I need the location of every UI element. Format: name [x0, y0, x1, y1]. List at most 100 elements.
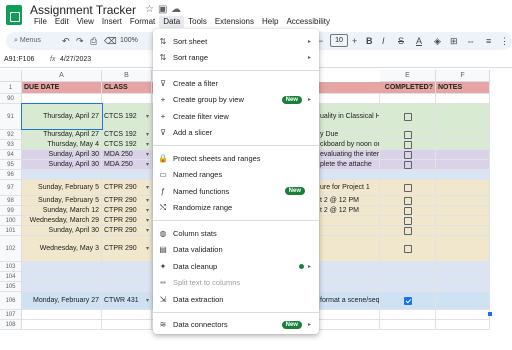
description-cell[interactable]: ckboard by noon on [318, 140, 380, 149]
menu-item-data-extraction[interactable]: ⇲ Data extraction [153, 291, 319, 307]
due-date-cell[interactable]: Sunday, April 30 [22, 160, 102, 169]
merge-icon[interactable]: ⇔ [466, 35, 475, 47]
zoom-select[interactable]: 100% [120, 35, 138, 47]
font-size-input[interactable]: 10 [330, 34, 348, 47]
menus-search[interactable]: ⌕ Menus [10, 35, 55, 47]
menu-item-column-stats[interactable]: ◍ Column stats [153, 225, 319, 241]
due-date-cell[interactable]: Sunday, February 5 [22, 196, 102, 205]
star-icon[interactable]: ☆ [145, 4, 154, 15]
menu-item-named-functions[interactable]: ƒ Named functions New [153, 183, 319, 199]
menu-item-sort-sheet[interactable]: ⇅ Sort sheet ▸ [153, 33, 319, 49]
due-date-cell[interactable] [22, 310, 102, 319]
description-cell[interactable]: t 2 @ 12 PM [318, 196, 380, 205]
class-cell[interactable]: CTWR 431 ▾ [102, 292, 152, 309]
notes-cell[interactable] [436, 236, 490, 261]
completed-checkbox[interactable] [403, 206, 412, 215]
completed-checkbox[interactable] [403, 112, 412, 121]
description-cell[interactable]: format a scene/seq [318, 292, 380, 309]
row-header[interactable]: 105 [0, 282, 22, 292]
row-header[interactable]: 108 [0, 320, 22, 330]
completed-cell[interactable] [380, 236, 436, 261]
description-cell[interactable] [318, 216, 380, 225]
class-cell[interactable] [102, 282, 152, 291]
description-cell[interactable] [318, 236, 380, 261]
menu-tools[interactable]: Tools [184, 16, 211, 28]
text-color-icon[interactable]: A [416, 35, 422, 47]
row-header[interactable]: 102 [0, 236, 22, 262]
completed-checkbox[interactable] [403, 150, 412, 159]
menu-edit[interactable]: Edit [51, 16, 73, 28]
class-cell[interactable] [102, 272, 152, 281]
strikethrough-icon[interactable]: S [398, 35, 404, 47]
due-date-cell[interactable] [22, 272, 102, 281]
completed-cell[interactable] [380, 226, 436, 235]
menu-view[interactable]: View [73, 16, 98, 28]
menu-format[interactable]: Format [126, 16, 159, 28]
completed-cell[interactable] [380, 130, 436, 139]
dropdown-arrow-icon[interactable]: ▾ [146, 297, 149, 304]
undo-icon[interactable]: ↶ [62, 35, 70, 47]
row-header[interactable]: 104 [0, 272, 22, 282]
class-cell[interactable] [102, 94, 152, 103]
description-cell[interactable]: evaluating the intern [318, 150, 380, 159]
row-header[interactable]: 98 [0, 196, 22, 206]
due-date-cell[interactable]: Thursday, April 27 [21, 103, 103, 130]
description-cell[interactable]: plete the attache [318, 160, 380, 169]
description-cell[interactable]: uality in Classical Ho [318, 104, 380, 129]
class-cell[interactable]: CTPR 290 ▾ [102, 196, 152, 205]
dropdown-arrow-icon[interactable]: ▾ [146, 113, 149, 120]
completed-checkbox[interactable] [403, 244, 412, 253]
class-cell[interactable] [102, 170, 152, 179]
class-cell[interactable]: MDA 250 ▾ [102, 150, 152, 159]
row-header[interactable]: 95 [0, 160, 22, 170]
notes-cell[interactable] [436, 262, 490, 271]
row-header[interactable]: 100 [0, 216, 22, 226]
row-header[interactable]: 101 [0, 226, 22, 236]
due-date-cell[interactable]: Sunday, April 30 [22, 150, 102, 159]
completed-cell[interactable] [380, 104, 436, 129]
row-header[interactable]: 103 [0, 262, 22, 272]
notes-cell[interactable] [436, 94, 490, 103]
row-header[interactable]: 92 [0, 130, 22, 140]
bold-icon[interactable]: B [366, 35, 373, 47]
due-date-cell[interactable]: Wednesday, May 3 [22, 236, 102, 261]
notes-cell[interactable] [436, 282, 490, 291]
sheets-logo-icon[interactable] [6, 5, 22, 25]
row-header[interactable]: 90 [0, 94, 22, 104]
dropdown-arrow-icon[interactable]: ▾ [146, 184, 149, 191]
notes-cell[interactable] [436, 196, 490, 205]
notes-cell[interactable] [436, 206, 490, 215]
dropdown-arrow-icon[interactable]: ▾ [146, 141, 149, 148]
name-box[interactable]: A91:F106 [4, 54, 44, 66]
description-cell[interactable]: y Due [318, 130, 380, 139]
class-cell[interactable] [102, 310, 152, 319]
print-icon[interactable]: ⎙ [90, 35, 97, 47]
menu-item-add-a-slicer[interactable]: ⊽ Add a slicer [153, 125, 319, 141]
column-header-b[interactable]: B [102, 70, 152, 82]
due-date-cell[interactable]: Sunday, April 30 [22, 226, 102, 235]
class-cell[interactable]: CTCS 192 ▾ [102, 140, 152, 149]
dropdown-arrow-icon[interactable]: ▾ [146, 161, 149, 168]
row-header[interactable]: 93 [0, 140, 22, 150]
completed-cell[interactable] [380, 272, 436, 281]
row-header[interactable]: 99 [0, 206, 22, 216]
class-cell[interactable]: MDA 250 ▾ [102, 160, 152, 169]
menu-help[interactable]: Help [258, 16, 282, 28]
paint-format-icon[interactable]: ⌫ [104, 35, 117, 47]
class-cell[interactable]: CTPR 290 ▾ [102, 226, 152, 235]
notes-cell[interactable] [436, 160, 490, 169]
menu-item-create-group-by-view[interactable]: + Create group by view New ▸ [153, 92, 319, 108]
description-cell[interactable] [318, 262, 380, 271]
description-cell[interactable] [318, 320, 380, 329]
row-header[interactable]: 91 [0, 104, 22, 130]
completed-cell[interactable] [380, 160, 436, 169]
completed-checkbox[interactable] [403, 296, 412, 305]
column-header-f[interactable]: F [436, 70, 490, 82]
notes-cell[interactable] [436, 226, 490, 235]
description-cell[interactable] [318, 310, 380, 319]
class-cell[interactable]: CTPR 290 ▾ [102, 180, 152, 195]
row-header[interactable]: 94 [0, 150, 22, 160]
due-date-cell[interactable]: Thursday, April 27 [22, 130, 102, 139]
notes-cell[interactable] [436, 150, 490, 159]
notes-cell[interactable] [436, 104, 490, 129]
